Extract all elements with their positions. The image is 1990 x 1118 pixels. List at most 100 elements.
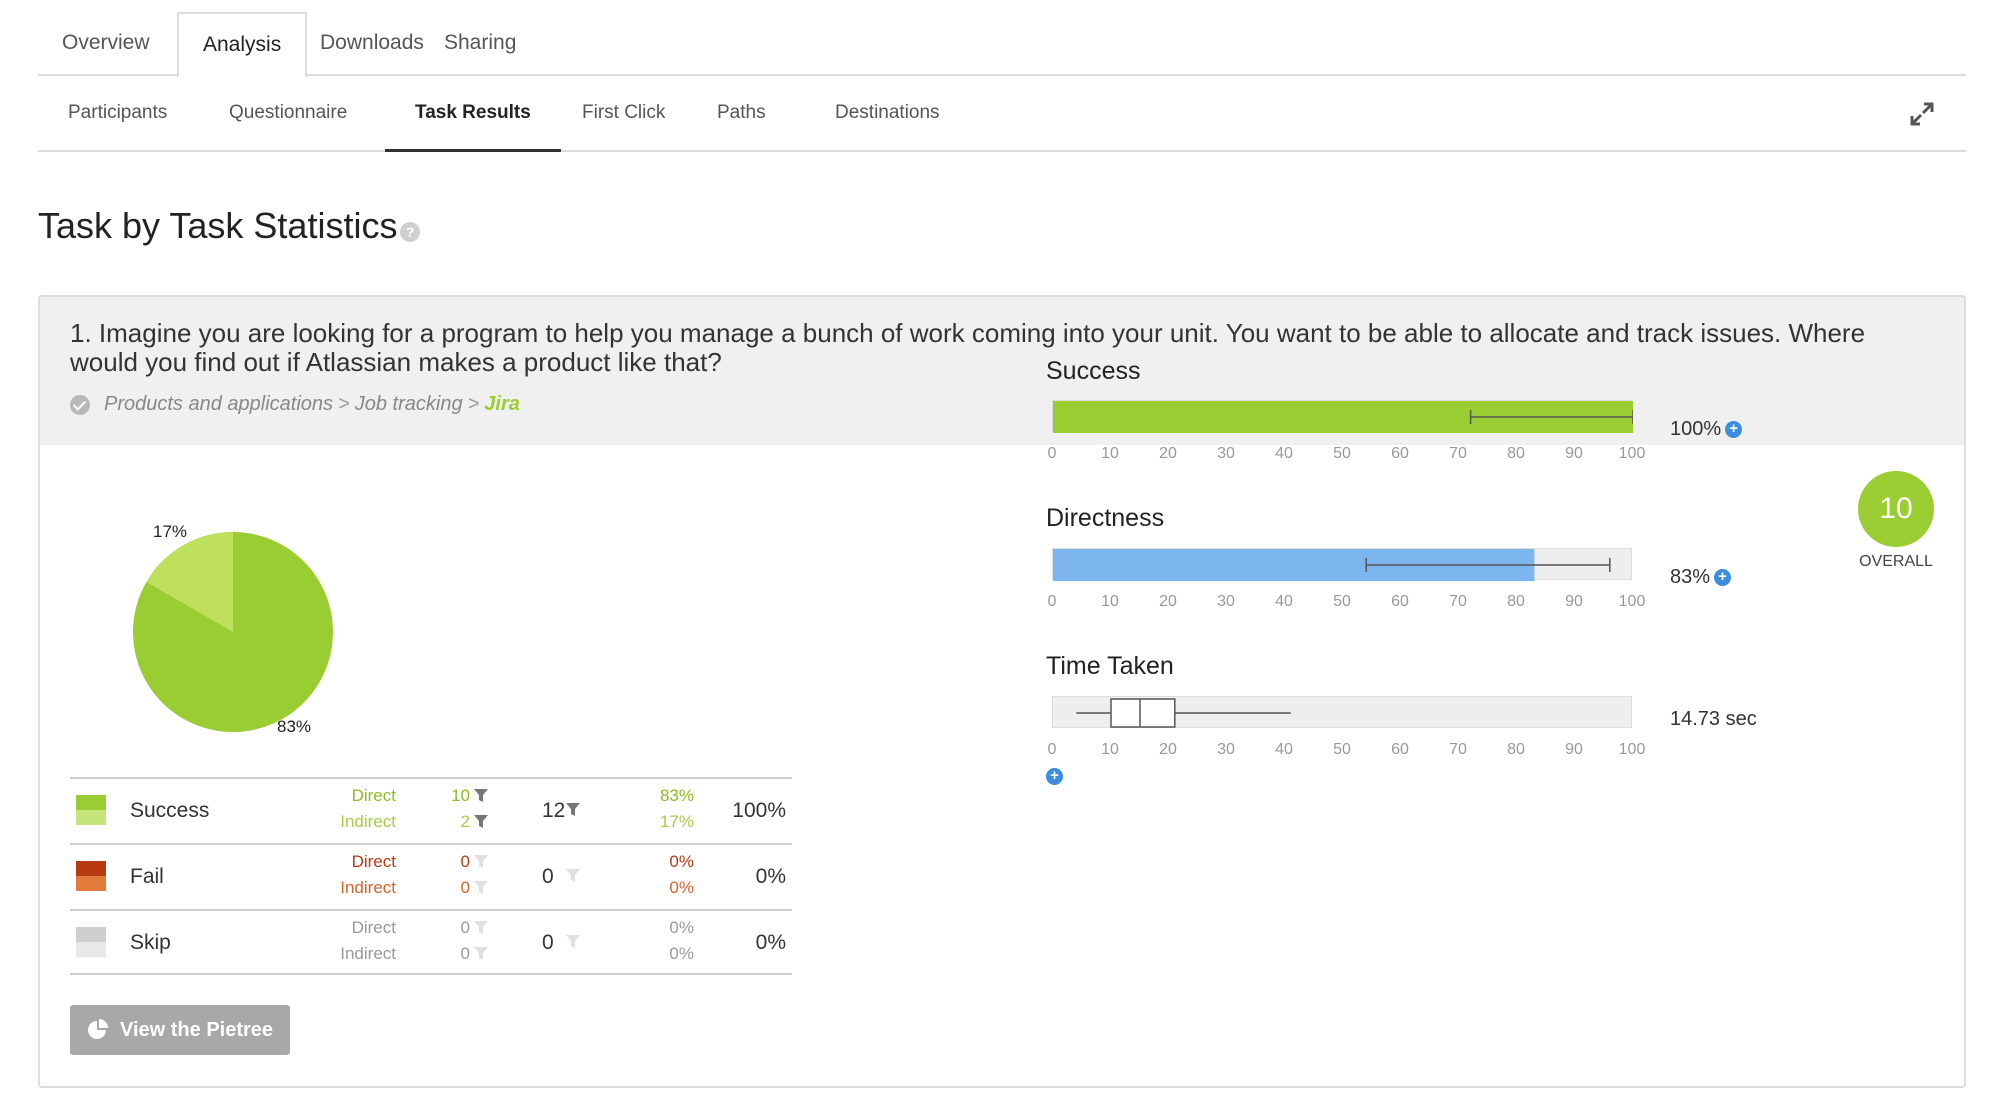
page-title: Task by Task Statistics [38, 205, 398, 246]
axis-tick-label: 10 [1101, 593, 1119, 610]
indirect-label: Indirect [340, 878, 396, 897]
indirect-percent: 17% [659, 812, 694, 831]
plus-icon[interactable]: + [1046, 768, 1063, 785]
axis-tick-label: 0 [1047, 593, 1057, 610]
indirect-percent: 0% [669, 944, 694, 963]
axis-tick-label: 80 [1507, 445, 1525, 462]
pie-svg [133, 532, 333, 732]
indirect-count: 2 [460, 812, 470, 831]
direct-percent: 83% [659, 786, 694, 805]
result-name: Skip [130, 931, 171, 954]
tab-participants[interactable]: Participants [38, 78, 197, 152]
sub-tab-bar: Participants Questionnaire Task Results … [38, 78, 1966, 152]
filter-icon[interactable] [474, 855, 488, 869]
plus-icon[interactable]: + [1714, 569, 1732, 586]
tab-overview[interactable]: Overview [38, 12, 174, 76]
success-value: 100% + [1670, 418, 1743, 441]
filter-icon[interactable] [566, 935, 580, 949]
crumb-separator: > [338, 393, 350, 415]
filter-icon[interactable] [474, 947, 488, 961]
success-axis: 0 10 20 30 40 50 60 70 80 90 100 [1048, 445, 1646, 465]
result-name: Fail [130, 865, 164, 888]
filter-icon[interactable] [474, 815, 488, 829]
axis-tick-label: 10 [1101, 445, 1119, 462]
expand-icon[interactable] [1908, 100, 1936, 128]
filter-icon[interactable] [474, 921, 488, 935]
total-count: 12 [542, 799, 566, 822]
filter-icon[interactable] [474, 881, 488, 895]
axis-tick-label: 40 [1275, 741, 1293, 758]
axis-tick-label: 50 [1333, 741, 1351, 758]
bar-svg [1053, 401, 1633, 433]
success-metric-title: Success [1046, 357, 1141, 385]
legend-swatch [76, 795, 106, 825]
indirect-label: Indirect [340, 812, 396, 831]
axis-tick-label: 70 [1449, 593, 1467, 610]
overall-label: OVERALL [1859, 553, 1933, 570]
bar-svg [1053, 549, 1611, 581]
crumb-separator: > [467, 393, 480, 415]
axis-tick-label: 60 [1391, 741, 1409, 758]
axis-tick-label: 0 [1047, 445, 1057, 462]
pie-label-direct: 83% [277, 717, 312, 736]
axis-tick-label: 60 [1391, 593, 1409, 610]
tab-questionnaire[interactable]: Questionnaire [199, 78, 377, 152]
boxplot-svg [1076, 698, 1291, 728]
axis-tick-label: 80 [1507, 741, 1525, 758]
axis-tick-label: 100 [1618, 593, 1646, 610]
axis-tick-label: 90 [1565, 593, 1583, 610]
success-pie-chart: 17% 83% [40, 445, 440, 750]
crumb-item: Products and applications [104, 393, 334, 415]
time-taken-value: 14.73 sec [1670, 708, 1757, 730]
directness-value-text: 83% [1670, 566, 1711, 588]
axis-tick-label: 10 [1101, 741, 1119, 758]
axis-tick-label: 90 [1565, 445, 1583, 462]
tab-analysis[interactable]: Analysis [177, 12, 308, 78]
results-table: Success Direct Indirect 10 2 12 83% 17% 100% Fail… [70, 777, 792, 975]
total-percent: 100% [732, 799, 786, 822]
direct-percent: 0% [669, 852, 694, 871]
view-pietree-label: View the Pietree [120, 1019, 274, 1041]
total-count: 0 [542, 931, 554, 954]
tab-paths[interactable]: Paths [687, 78, 796, 152]
filter-icon[interactable] [566, 869, 580, 883]
tab-task-results[interactable]: Task Results [385, 78, 561, 152]
axis-tick-label: 20 [1159, 445, 1177, 462]
view-pietree-button[interactable]: View the Pietree [70, 1005, 290, 1055]
total-percent: 0% [755, 931, 786, 954]
direct-count: 10 [451, 786, 470, 805]
help-icon[interactable]: ? [400, 222, 420, 242]
axis-tick-label: 40 [1275, 593, 1293, 610]
tab-destinations[interactable]: Destinations [805, 78, 970, 152]
axis-tick-label: 80 [1507, 593, 1525, 610]
axis-tick-label: 50 [1333, 445, 1351, 462]
axis-tick-label: 30 [1217, 445, 1235, 462]
legend-swatch [76, 927, 106, 957]
direct-label: Direct [351, 852, 396, 871]
axis-tick-label: 50 [1333, 593, 1351, 610]
directness-bar [1052, 548, 1632, 581]
pie-chart-icon [88, 1019, 108, 1039]
time-taken-axis: 0 10 20 30 40 50 60 70 80 90 100 [1048, 741, 1646, 761]
tab-sharing[interactable]: Sharing [420, 12, 540, 76]
plus-icon[interactable]: + [1725, 421, 1743, 438]
indirect-count: 0 [460, 878, 470, 897]
task-card: 1. Imagine you are looking for a program… [38, 295, 1966, 1088]
directness-value: 83% + [1670, 566, 1732, 589]
filter-icon[interactable] [474, 789, 488, 803]
results-row-success: Success Direct Indirect 10 2 12 83% 17% 100% [70, 777, 792, 843]
indirect-count: 0 [460, 944, 470, 963]
tab-first-click[interactable]: First Click [552, 78, 695, 152]
time-taken-boxplot [1052, 696, 1632, 728]
check-icon [70, 394, 90, 415]
axis-tick-label: 70 [1449, 741, 1467, 758]
filter-icon[interactable] [566, 803, 580, 817]
boxplot-box [1110, 698, 1176, 728]
result-name: Success [130, 799, 210, 822]
top-tab-bar: Overview Analysis Downloads Sharing [38, 12, 1966, 78]
time-taken-metric-title: Time Taken [1046, 652, 1174, 680]
directness-axis: 0 10 20 30 40 50 60 70 80 90 100 [1048, 593, 1646, 613]
success-bar [1052, 400, 1633, 433]
direct-label: Direct [351, 918, 396, 937]
overall-score-badge: 10 [1858, 471, 1934, 547]
